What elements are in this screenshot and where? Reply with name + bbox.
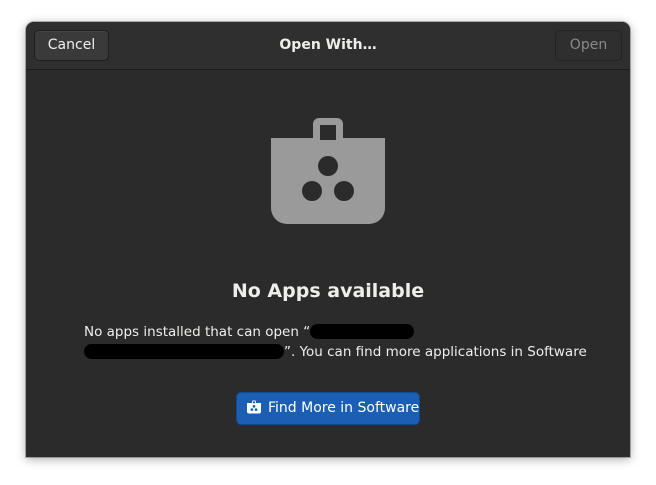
cancel-button[interactable]: Cancel: [34, 30, 109, 61]
open-with-dialog: Cancel Open With… Open No Apps available…: [26, 22, 630, 457]
status-title: No Apps available: [231, 280, 425, 302]
redacted-filename-part-2: [84, 344, 284, 359]
software-bag-icon: [271, 118, 385, 224]
redacted-filename-part-1: [310, 324, 415, 339]
dialog-title: Open With…: [279, 37, 377, 53]
description-text-start: No apps installed that can open “: [84, 324, 311, 340]
header-bar: Cancel Open With… Open: [26, 22, 630, 70]
find-more-in-software-button[interactable]: Find More in Software: [236, 392, 420, 425]
find-more-label: Find More in Software: [268, 400, 420, 416]
open-button[interactable]: Open: [555, 30, 622, 61]
software-bag-icon: [247, 400, 261, 414]
status-description: No apps installed that can open “ ”. You…: [84, 322, 604, 362]
description-text-end: ”. You can find more applications in Sof…: [284, 344, 587, 360]
